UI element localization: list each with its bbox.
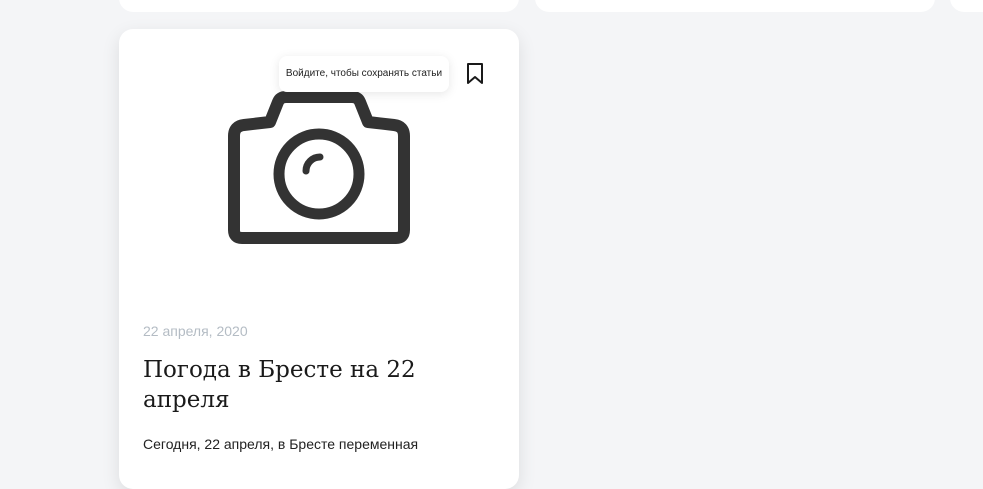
save-login-tooltip: Войдите, чтобы сохранять статьи (279, 56, 449, 92)
article-card[interactable]: Войдите, чтобы сохранять статьи 22 апрел… (119, 29, 519, 489)
article-date: 22 апреля, 2020 (143, 323, 248, 339)
article-title[interactable]: Погода в Бресте на 22 апреля (143, 355, 463, 415)
previous-card-top[interactable] (950, 0, 983, 12)
article-excerpt: Сегодня, 22 апреля, в Бресте переменная (143, 436, 419, 452)
previous-card-top[interactable] (119, 0, 519, 12)
previous-card-top[interactable] (535, 0, 935, 12)
bookmark-icon[interactable] (465, 62, 485, 86)
camera-icon (228, 91, 410, 244)
